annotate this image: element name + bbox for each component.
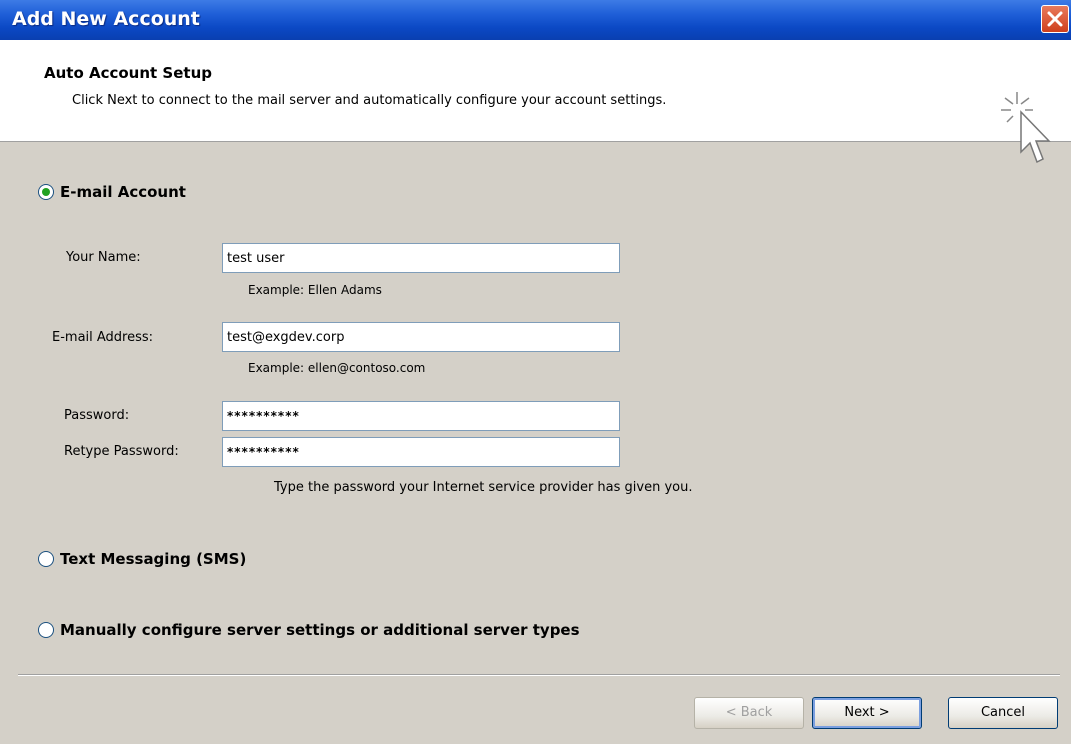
cursor-sparkle-icon — [1001, 92, 1051, 164]
header-subtitle: Click Next to connect to the mail server… — [72, 93, 667, 108]
close-button[interactable] — [1041, 5, 1069, 33]
email-address-label: E-mail Address: — [52, 330, 154, 345]
dialog-header: Auto Account Setup Click Next to connect… — [0, 40, 1071, 164]
retype-password-label: Retype Password: — [64, 444, 179, 459]
window-title: Add New Account — [12, 8, 200, 30]
radio-text-messaging-circle[interactable] — [38, 551, 54, 567]
password-hint: Type the password your Internet service … — [274, 480, 693, 495]
your-name-example: Example: Ellen Adams — [248, 283, 382, 297]
your-name-label: Your Name: — [66, 250, 141, 265]
email-address-input[interactable] — [222, 322, 620, 352]
radio-text-messaging[interactable]: Text Messaging (SMS) — [38, 550, 246, 568]
retype-password-input[interactable] — [222, 437, 620, 467]
radio-email-account-label: E-mail Account — [60, 183, 186, 201]
close-icon — [1047, 11, 1063, 27]
radio-manual-config[interactable]: Manually configure server settings or ad… — [38, 621, 580, 639]
radio-manual-config-label: Manually configure server settings or ad… — [60, 621, 580, 639]
your-name-input[interactable] — [222, 243, 620, 273]
radio-email-account-circle[interactable] — [38, 184, 54, 200]
password-label: Password: — [64, 408, 130, 423]
cancel-button[interactable]: Cancel — [948, 697, 1058, 729]
radio-email-account[interactable]: E-mail Account — [38, 183, 186, 201]
radio-text-messaging-label: Text Messaging (SMS) — [60, 550, 247, 568]
footer-divider — [18, 674, 1060, 676]
email-address-example: Example: ellen@contoso.com — [248, 361, 426, 375]
header-title: Auto Account Setup — [44, 64, 212, 82]
password-input[interactable] — [222, 401, 620, 431]
title-bar: Add New Account — [0, 0, 1071, 40]
back-button[interactable]: < Back — [694, 697, 804, 729]
radio-manual-config-circle[interactable] — [38, 622, 54, 638]
next-button[interactable]: Next > — [812, 697, 922, 729]
